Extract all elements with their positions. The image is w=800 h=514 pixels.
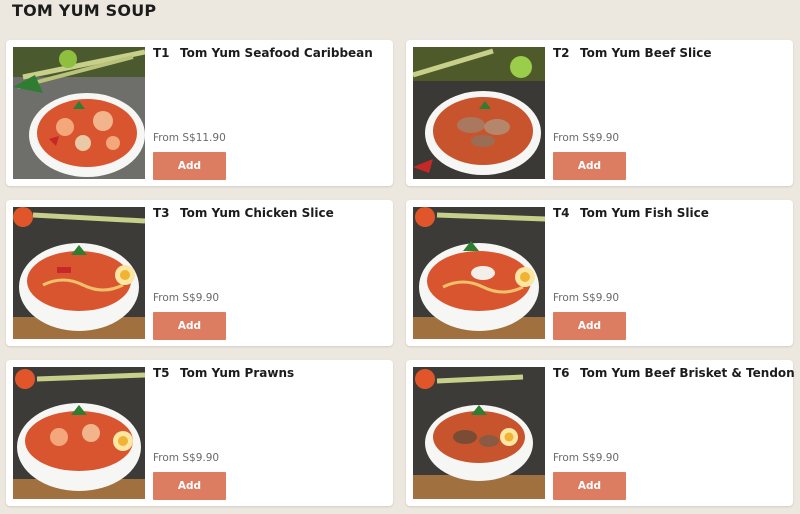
item-name[interactable]: Tom Yum Fish Slice: [580, 206, 787, 220]
menu-item-card[interactable]: T5 Tom Yum Prawns From S$9.90 Add: [6, 360, 393, 506]
add-button[interactable]: Add: [553, 152, 626, 180]
item-code: T5: [153, 366, 170, 380]
tom-yum-brisket-bowl-image[interactable]: [413, 367, 545, 499]
tom-yum-chicken-bowl-image[interactable]: [13, 207, 145, 339]
item-code: T1: [153, 46, 170, 60]
add-button[interactable]: Add: [553, 312, 626, 340]
item-name[interactable]: Tom Yum Beef Brisket & Tendon: [580, 366, 795, 380]
menu-item-card[interactable]: T1 Tom Yum Seafood Caribbean From S$11.9…: [6, 40, 393, 186]
tom-yum-prawns-bowl-image[interactable]: [13, 367, 145, 499]
item-price: From S$11.90: [153, 132, 226, 144]
tom-yum-beef-bowl-image[interactable]: [413, 47, 545, 179]
menu-item-card[interactable]: T3 Tom Yum Chicken Slice From S$9.90 Add: [6, 200, 393, 346]
item-price: From S$9.90: [553, 452, 620, 464]
item-price: From S$9.90: [153, 292, 220, 304]
menu-grid: T1 Tom Yum Seafood Caribbean From S$11.9…: [0, 0, 800, 514]
add-button[interactable]: Add: [553, 472, 626, 500]
item-code: T6: [553, 366, 570, 380]
item-name[interactable]: Tom Yum Prawns: [180, 366, 387, 380]
item-price: From S$9.90: [553, 292, 620, 304]
add-button[interactable]: Add: [153, 312, 226, 340]
item-price: From S$9.90: [153, 452, 220, 464]
item-name[interactable]: Tom Yum Chicken Slice: [180, 206, 387, 220]
item-name[interactable]: Tom Yum Beef Slice: [580, 46, 787, 60]
item-code: T4: [553, 206, 570, 220]
add-button[interactable]: Add: [153, 152, 226, 180]
item-code: T3: [153, 206, 170, 220]
tom-yum-fish-bowl-image[interactable]: [413, 207, 545, 339]
menu-item-card[interactable]: T4 Tom Yum Fish Slice From S$9.90 Add: [406, 200, 793, 346]
add-button[interactable]: Add: [153, 472, 226, 500]
menu-item-card[interactable]: T6 Tom Yum Beef Brisket & Tendon From S$…: [406, 360, 795, 506]
item-price: From S$9.90: [553, 132, 620, 144]
item-code: T2: [553, 46, 570, 60]
menu-item-card[interactable]: T2 Tom Yum Beef Slice From S$9.90 Add: [406, 40, 793, 186]
tom-yum-seafood-bowl-image[interactable]: [13, 47, 145, 179]
item-name[interactable]: Tom Yum Seafood Caribbean: [180, 46, 387, 60]
